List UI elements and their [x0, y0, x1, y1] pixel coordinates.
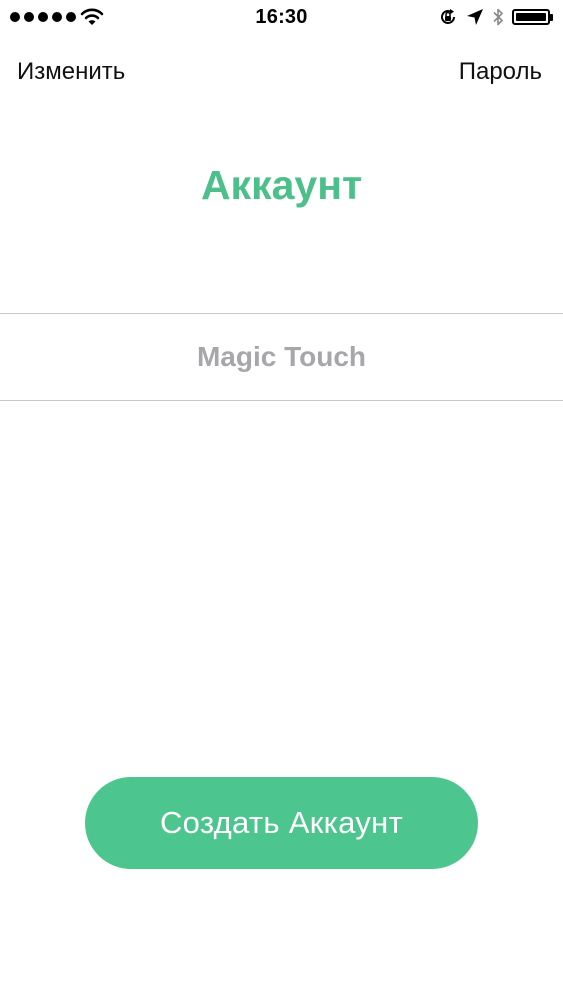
battery-fill — [516, 13, 546, 21]
divider — [0, 400, 563, 401]
location-arrow-icon — [467, 9, 483, 25]
account-list-item[interactable]: Magic Touch — [0, 314, 563, 400]
edit-button[interactable]: Изменить — [17, 58, 125, 86]
status-bar: 16:30 — [0, 0, 563, 38]
rotation-lock-icon — [441, 9, 455, 24]
account-name: Magic Touch — [196, 341, 367, 372]
status-icons-group — [438, 7, 553, 27]
bluetooth-icon — [493, 8, 503, 26]
create-account-label: Создать Аккаунт — [159, 805, 404, 840]
battery-icon — [512, 9, 553, 25]
page-title: Аккаунт — [200, 162, 363, 208]
create-account-button[interactable]: Создать Аккаунт — [85, 777, 478, 869]
password-button[interactable]: Пароль — [459, 58, 542, 86]
